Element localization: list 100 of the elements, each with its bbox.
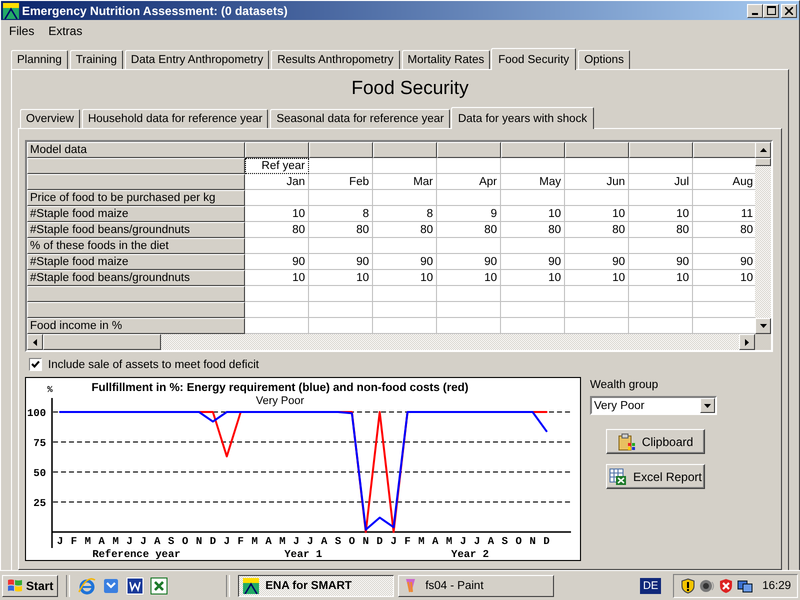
close-button[interactable]	[781, 4, 797, 18]
table-cell[interactable]	[309, 190, 373, 206]
scroll-down-button[interactable]	[755, 318, 771, 334]
table-cell[interactable]: 10	[245, 270, 309, 286]
vertical-scrollbar[interactable]	[755, 142, 771, 334]
dropdown[interactable]: Very Poor	[590, 396, 717, 415]
mail-icon[interactable]	[102, 576, 120, 594]
tab[interactable]: Data Entry Anthropometry	[124, 50, 270, 69]
table-cell[interactable]	[501, 286, 565, 302]
table-cell[interactable]: 90	[501, 254, 565, 270]
table-cell[interactable]: 80	[309, 222, 373, 238]
table-cell[interactable]	[373, 190, 437, 206]
tab[interactable]: Options	[578, 50, 630, 69]
scroll-thumb[interactable]	[755, 158, 771, 166]
table-cell[interactable]	[565, 302, 629, 318]
tab[interactable]: Mortality Rates	[402, 50, 490, 69]
menu-item[interactable]: Extras	[48, 24, 82, 38]
table-cell[interactable]: 90	[309, 254, 373, 270]
table-cell[interactable]	[501, 158, 565, 174]
table-cell[interactable]: 80	[373, 222, 437, 238]
table-cell[interactable]: 90	[373, 254, 437, 270]
table-cell[interactable]	[373, 286, 437, 302]
table-cell[interactable]: 10	[565, 206, 629, 222]
table-cell[interactable]: Ref year	[245, 158, 309, 174]
table-cell[interactable]: 10	[629, 206, 693, 222]
scroll-thumb[interactable]	[43, 334, 161, 350]
table-cell[interactable]: 8	[373, 206, 437, 222]
tab[interactable]: Training	[70, 50, 123, 69]
table-cell[interactable]: 80	[629, 222, 693, 238]
table-cell[interactable]	[373, 158, 437, 174]
start-button[interactable]: Start	[2, 574, 58, 596]
horizontal-scrollbar[interactable]	[27, 334, 771, 350]
tab[interactable]: Overview	[20, 109, 80, 128]
checkbox-label[interactable]: Include sale of assets to meet food deficit	[48, 358, 259, 370]
scroll-right-button[interactable]	[739, 334, 755, 350]
checkbox[interactable]	[29, 358, 42, 371]
browser-icon[interactable]	[78, 576, 96, 594]
security-shield-icon[interactable]	[718, 578, 734, 594]
table-cell[interactable]	[437, 238, 501, 254]
table-cell[interactable]: 90	[245, 254, 309, 270]
table-cell[interactable]: 8	[309, 206, 373, 222]
table-cell[interactable]	[245, 302, 309, 318]
table-cell[interactable]: 10	[437, 270, 501, 286]
table-cell[interactable]: Jan	[245, 174, 309, 190]
table-cell[interactable]	[309, 158, 373, 174]
table-cell[interactable]	[629, 238, 693, 254]
maximize-button[interactable]	[763, 4, 779, 18]
taskbar-button[interactable]: ENA for SMART	[238, 574, 394, 596]
table-cell[interactable]: 80	[437, 222, 501, 238]
table-cell[interactable]	[245, 286, 309, 302]
menu-item[interactable]: Files	[9, 24, 34, 38]
table-cell[interactable]	[309, 286, 373, 302]
table-cell[interactable]: 90	[629, 254, 693, 270]
tab[interactable]: Food Security	[491, 48, 576, 70]
table-cell[interactable]	[629, 302, 693, 318]
speaker-icon[interactable]	[699, 578, 716, 594]
tab[interactable]: Results Anthropometry	[271, 50, 400, 69]
table-cell[interactable]	[501, 190, 565, 206]
language-indicator[interactable]: DE	[640, 578, 662, 594]
table-cell[interactable]: May	[501, 174, 565, 190]
table-cell[interactable]: 10	[629, 270, 693, 286]
taskbar-button[interactable]: fs04 - Paint	[398, 574, 554, 596]
table-cell[interactable]: Apr	[437, 174, 501, 190]
table-cell[interactable]	[309, 238, 373, 254]
tab[interactable]: Planning	[11, 50, 68, 69]
tab[interactable]: Data for years with shock	[450, 107, 594, 129]
table-cell[interactable]	[245, 238, 309, 254]
minimize-button[interactable]	[747, 4, 763, 18]
table-cell[interactable]	[565, 190, 629, 206]
tab[interactable]: Seasonal data for reference year	[270, 109, 450, 128]
table-cell[interactable]: 10	[501, 206, 565, 222]
table-cell[interactable]	[629, 286, 693, 302]
table-cell[interactable]	[309, 302, 373, 318]
table-cell[interactable]: 10	[501, 270, 565, 286]
document-icon[interactable]	[126, 576, 144, 594]
table-cell[interactable]: Feb	[309, 174, 373, 190]
table-cell[interactable]	[437, 190, 501, 206]
network-icon[interactable]	[737, 578, 754, 594]
table-cell[interactable]	[629, 190, 693, 206]
scroll-left-button[interactable]	[27, 334, 43, 350]
clipboard-button[interactable]: Clipboard	[606, 429, 705, 454]
shield-icon[interactable]	[680, 578, 696, 594]
scroll-up-button[interactable]	[755, 142, 771, 158]
table-cell[interactable]: Jun	[565, 174, 629, 190]
table-cell[interactable]: 10	[309, 270, 373, 286]
table-cell[interactable]	[501, 238, 565, 254]
table-cell[interactable]	[565, 238, 629, 254]
table-cell[interactable]	[565, 158, 629, 174]
excel-report-button[interactable]: Excel Report	[606, 464, 705, 489]
table-cell[interactable]: Mar	[373, 174, 437, 190]
spreadsheet-icon[interactable]	[150, 576, 168, 594]
table-cell[interactable]	[437, 158, 501, 174]
tab[interactable]: Household data for reference year	[82, 109, 268, 128]
table-cell[interactable]: 90	[565, 254, 629, 270]
table-cell[interactable]: 10	[565, 270, 629, 286]
table-cell[interactable]	[437, 302, 501, 318]
table-cell[interactable]: 10	[373, 270, 437, 286]
table-cell[interactable]	[565, 286, 629, 302]
table-cell[interactable]	[373, 302, 437, 318]
table-cell[interactable]: 80	[245, 222, 309, 238]
